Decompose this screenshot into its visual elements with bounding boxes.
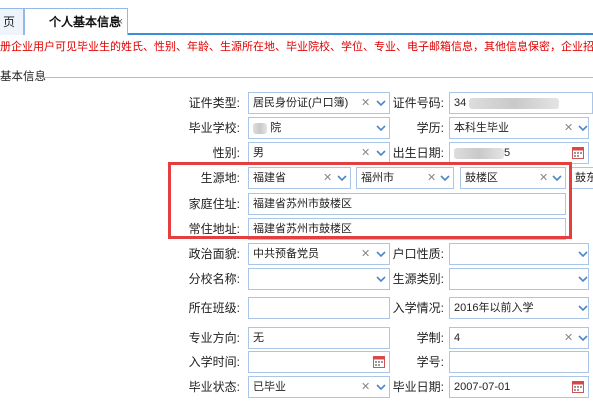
branch-school-label: 分校名称:: [188, 272, 240, 286]
program-length-value: 4: [454, 332, 461, 344]
chevron-down-icon[interactable]: [574, 244, 588, 264]
program-length-select[interactable]: 4 ✕: [449, 327, 589, 349]
privacy-notice: 册企业用户可见毕业生的姓氏、性别、年龄、生源所在地、毕业院校、学位、专业、电子邮…: [0, 41, 593, 53]
grad-date-label: 毕业日期:: [392, 380, 444, 394]
id-number-label: 证件号码:: [392, 96, 444, 110]
school-value: 院: [253, 118, 281, 138]
political-status-label: 政治面貌:: [188, 247, 240, 261]
id-number-value: 34: [454, 93, 560, 113]
school-label: 毕业学校:: [188, 121, 240, 135]
household-type-label: 户口性质:: [392, 247, 444, 261]
grad-status-value: 已毕业: [253, 381, 286, 393]
clear-icon[interactable]: ✕: [564, 328, 573, 348]
origin-street-value: 鼓东: [575, 172, 593, 184]
major-direction-label: 专业方向:: [188, 331, 240, 345]
major-direction-value: 无: [253, 332, 264, 344]
grad-status-label: 毕业状态:: [188, 380, 240, 394]
birth-date-value: 5: [454, 143, 510, 163]
enrollment-select[interactable]: 2016年以前入学: [449, 297, 589, 319]
student-id-label: 学号:: [416, 355, 444, 369]
program-length-label: 学制:: [416, 331, 444, 345]
chevron-down-icon[interactable]: [574, 328, 588, 348]
grad-date-value: 2007-07-01: [454, 381, 511, 393]
section-divider: [42, 77, 593, 78]
origin-street-select[interactable]: 鼓东: [570, 167, 593, 189]
origin-category-label: 生源类别:: [392, 272, 444, 286]
education-label: 学历:: [416, 121, 444, 135]
education-select[interactable]: 本科生毕业 ✕: [449, 117, 589, 139]
clear-icon[interactable]: ✕: [564, 118, 573, 138]
chevron-down-icon[interactable]: [574, 298, 588, 318]
birth-date-label: 出生日期:: [392, 146, 444, 160]
class-label: 所在班级:: [188, 301, 240, 315]
enrollment-value: 2016年以前入学: [454, 302, 534, 314]
tab-personal-info-label: 个人基本信息: [49, 15, 122, 29]
student-id-input[interactable]: [449, 351, 589, 373]
gender-value: 男: [253, 147, 264, 159]
enrollment-label: 入学情况:: [392, 301, 444, 315]
enroll-date-label: 入学时间:: [188, 355, 240, 369]
calendar-icon[interactable]: [572, 380, 584, 393]
tab-bar: 页 个人基本信息 ×: [0, 0, 593, 35]
origin-category-select[interactable]: [449, 268, 589, 290]
highlight-box: [168, 162, 572, 239]
tab-home-label: 页: [3, 15, 16, 29]
gender-label: 性别:: [212, 146, 240, 160]
chevron-down-icon[interactable]: [574, 269, 588, 289]
chevron-down-icon[interactable]: [574, 118, 588, 138]
id-number-field[interactable]: 34: [449, 92, 593, 114]
id-type-value: 居民身份证(户口簿): [253, 97, 349, 109]
section-title: 基本信息: [0, 71, 46, 83]
grad-date-field[interactable]: 2007-07-01: [449, 376, 589, 398]
political-status-value: 中共预备党员: [253, 248, 319, 260]
birth-date-field[interactable]: 5: [449, 142, 589, 164]
household-type-select[interactable]: [449, 243, 589, 265]
education-value: 本科生毕业: [454, 122, 509, 134]
calendar-icon[interactable]: [572, 146, 584, 159]
close-icon[interactable]: ×: [117, 9, 123, 35]
tab-personal-info[interactable]: 个人基本信息 ×: [24, 8, 128, 35]
tab-home[interactable]: 页: [0, 8, 24, 35]
id-type-label: 证件类型:: [188, 96, 240, 110]
